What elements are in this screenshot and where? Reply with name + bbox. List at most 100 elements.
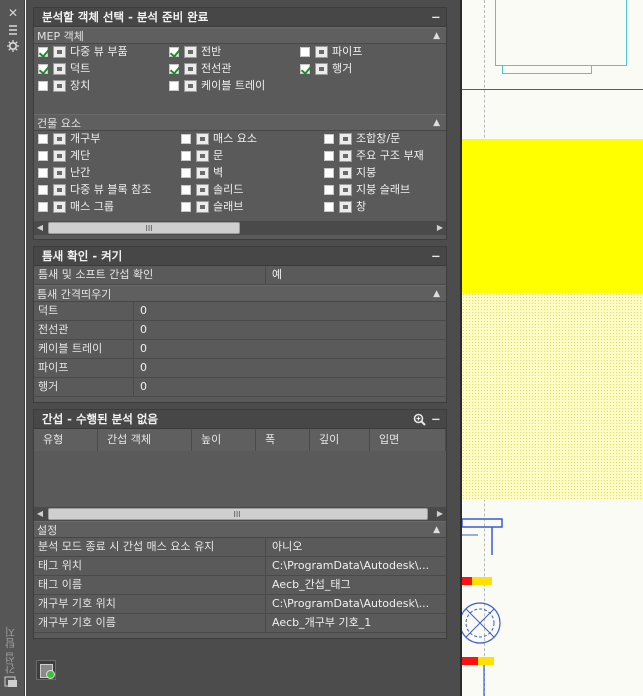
clearance-offset-header[interactable]: 틈새 간격띄우기 ▲ <box>34 285 446 302</box>
selection-horizontal-scrollbar[interactable]: ◀ III ▶ <box>34 221 446 235</box>
checkbox[interactable] <box>181 151 191 161</box>
checkbox[interactable] <box>324 134 334 144</box>
property-value[interactable]: C:\ProgramData\Autodesk\... <box>266 595 446 613</box>
checkbox-label: 지붕 <box>356 166 377 179</box>
checkbox-label: 매스 요소 <box>213 132 257 145</box>
checkbox[interactable] <box>324 151 334 161</box>
property-row[interactable]: 덕트 0 <box>34 302 446 321</box>
column-header[interactable]: 입면 <box>370 429 446 451</box>
checkbox[interactable] <box>38 168 48 178</box>
clearance-toggle-row[interactable]: 틈새 및 소프트 간섭 확인 예 <box>34 266 446 285</box>
checkbox[interactable] <box>300 64 310 74</box>
checkbox[interactable] <box>169 64 179 74</box>
checkbox[interactable] <box>38 151 48 161</box>
checkbox[interactable] <box>38 185 48 195</box>
collapse-panel-button[interactable]: − <box>431 247 441 266</box>
checkbox[interactable] <box>38 47 48 57</box>
property-row[interactable]: 행거 0 <box>34 378 446 397</box>
property-value[interactable]: 아니오 <box>266 538 446 556</box>
close-icon[interactable]: ✕ <box>6 6 20 20</box>
column-header[interactable]: 높이 <box>192 429 256 451</box>
checkbox[interactable] <box>169 81 179 91</box>
checkbox[interactable] <box>300 47 310 57</box>
building-elements-header[interactable]: 건물 요소 ▲ <box>34 114 446 131</box>
interference-results-title[interactable]: 간섭 - 수행된 분석 없음 − <box>34 410 446 429</box>
checkbox[interactable] <box>38 202 48 212</box>
checkbox[interactable] <box>181 134 191 144</box>
property-row[interactable]: 태그 이름 Aecb_간섭_태그 <box>34 576 446 595</box>
scroll-right-icon[interactable]: ▶ <box>434 507 446 521</box>
column-header[interactable]: 간섭 객체 <box>98 429 192 451</box>
scroll-left-icon[interactable]: ◀ <box>34 221 46 235</box>
palette-titlebar-strip[interactable]: ✕ 간섭 탐지 <box>0 0 25 696</box>
clearance-check-title[interactable]: 틈새 확인 - 켜기 − <box>34 247 446 266</box>
property-value[interactable]: 0 <box>134 321 446 339</box>
column-header[interactable]: 폭 <box>256 429 310 451</box>
property-row[interactable]: 파이프 0 <box>34 359 446 378</box>
settings-header[interactable]: 설정 ▲ <box>34 521 446 538</box>
scrollbar-thumb[interactable]: III <box>48 222 240 234</box>
checkbox-label: 전선관 <box>201 62 232 75</box>
cad-cyan-outline-inner <box>502 66 592 74</box>
checkbox-label: 계단 <box>70 149 91 162</box>
column-header[interactable]: 유형 <box>34 429 98 451</box>
property-value[interactable]: 0 <box>134 302 446 320</box>
property-value[interactable]: Aecb_개구부 기호_1 <box>266 614 446 632</box>
property-row[interactable]: 전선관 0 <box>34 321 446 340</box>
property-value[interactable]: 0 <box>134 378 446 396</box>
drawing-canvas[interactable] <box>462 0 643 696</box>
window-icon <box>339 201 352 213</box>
properties-gear-icon[interactable] <box>6 40 20 54</box>
chevron-up-icon[interactable]: ▲ <box>433 115 440 132</box>
results-table-body[interactable] <box>34 451 446 507</box>
object-selection-title[interactable]: 분석할 객체 선택 - 분석 준비 완료 − <box>34 8 446 27</box>
clearance-toggle-value[interactable]: 예 <box>266 266 282 284</box>
pipe-icon <box>315 46 328 58</box>
property-row[interactable]: 태그 위치 C:\ProgramData\Autodesk\... <box>34 557 446 576</box>
roof-slab-icon <box>339 184 352 196</box>
mep-objects-header[interactable]: MEP 객체 ▲ <box>34 27 446 44</box>
results-horizontal-scrollbar[interactable]: ◀ III ▶ <box>34 507 446 521</box>
property-label: 태그 위치 <box>34 557 266 575</box>
checkbox[interactable] <box>169 47 179 57</box>
object-selection-panel: 분석할 객체 선택 - 분석 준비 완료 − MEP 객체 ▲ 다중 뷰 부품 전… <box>33 7 447 240</box>
checkbox[interactable] <box>181 185 191 195</box>
clearance-offset-rows: 덕트 0 전선관 0 케이블 트레이 0 파이프 0 행거 0 <box>34 302 446 397</box>
chevron-up-icon[interactable]: ▲ <box>433 522 440 539</box>
property-label: 케이블 트레이 <box>34 340 134 358</box>
property-row[interactable]: 케이블 트레이 0 <box>34 340 446 359</box>
run-analysis-button[interactable] <box>36 660 56 680</box>
scrollbar-thumb[interactable]: III <box>48 508 428 520</box>
auto-hide-icon[interactable] <box>6 24 20 38</box>
checkbox[interactable] <box>38 134 48 144</box>
checkbox[interactable] <box>38 64 48 74</box>
collapse-panel-button[interactable]: − <box>431 8 441 27</box>
collapse-panel-button[interactable]: − <box>431 410 441 429</box>
chevron-up-icon[interactable]: ▲ <box>433 286 440 303</box>
checkbox[interactable] <box>181 202 191 212</box>
property-value[interactable]: C:\ProgramData\Autodesk\... <box>266 557 446 575</box>
property-label: 개구부 기호 위치 <box>34 595 266 613</box>
chevron-up-icon[interactable]: ▲ <box>433 28 440 45</box>
checkbox[interactable] <box>324 168 334 178</box>
checkbox[interactable] <box>38 81 48 91</box>
property-value[interactable]: 0 <box>134 359 446 377</box>
property-value[interactable]: Aecb_간섭_태그 <box>266 576 446 594</box>
checkbox-label: 매스 그룹 <box>70 200 114 213</box>
palette-vertical-title: 간섭 탐지 <box>4 626 17 675</box>
checkbox[interactable] <box>181 168 191 178</box>
property-row[interactable]: 분석 모드 종료 시 간섭 매스 요소 유지 아니오 <box>34 538 446 557</box>
column-header[interactable]: 깊이 <box>310 429 370 451</box>
opening-icon <box>53 133 66 145</box>
scroll-right-icon[interactable]: ▶ <box>434 221 446 235</box>
mep-objects-grid: 다중 뷰 부품 전반 파이프 덕트 전선관 행거 장치 케이블 트레이 <box>34 44 446 104</box>
scroll-left-icon[interactable]: ◀ <box>34 507 46 521</box>
checkbox[interactable] <box>324 202 334 212</box>
checkbox-label: 창 <box>356 200 367 213</box>
property-row[interactable]: 개구부 기호 이름 Aecb_개구부 기호_1 <box>34 614 446 633</box>
checkbox-label: 난간 <box>70 166 91 179</box>
checkbox[interactable] <box>324 185 334 195</box>
mass-group-icon <box>53 201 66 213</box>
property-row[interactable]: 개구부 기호 위치 C:\ProgramData\Autodesk\... <box>34 595 446 614</box>
property-value[interactable]: 0 <box>134 340 446 358</box>
